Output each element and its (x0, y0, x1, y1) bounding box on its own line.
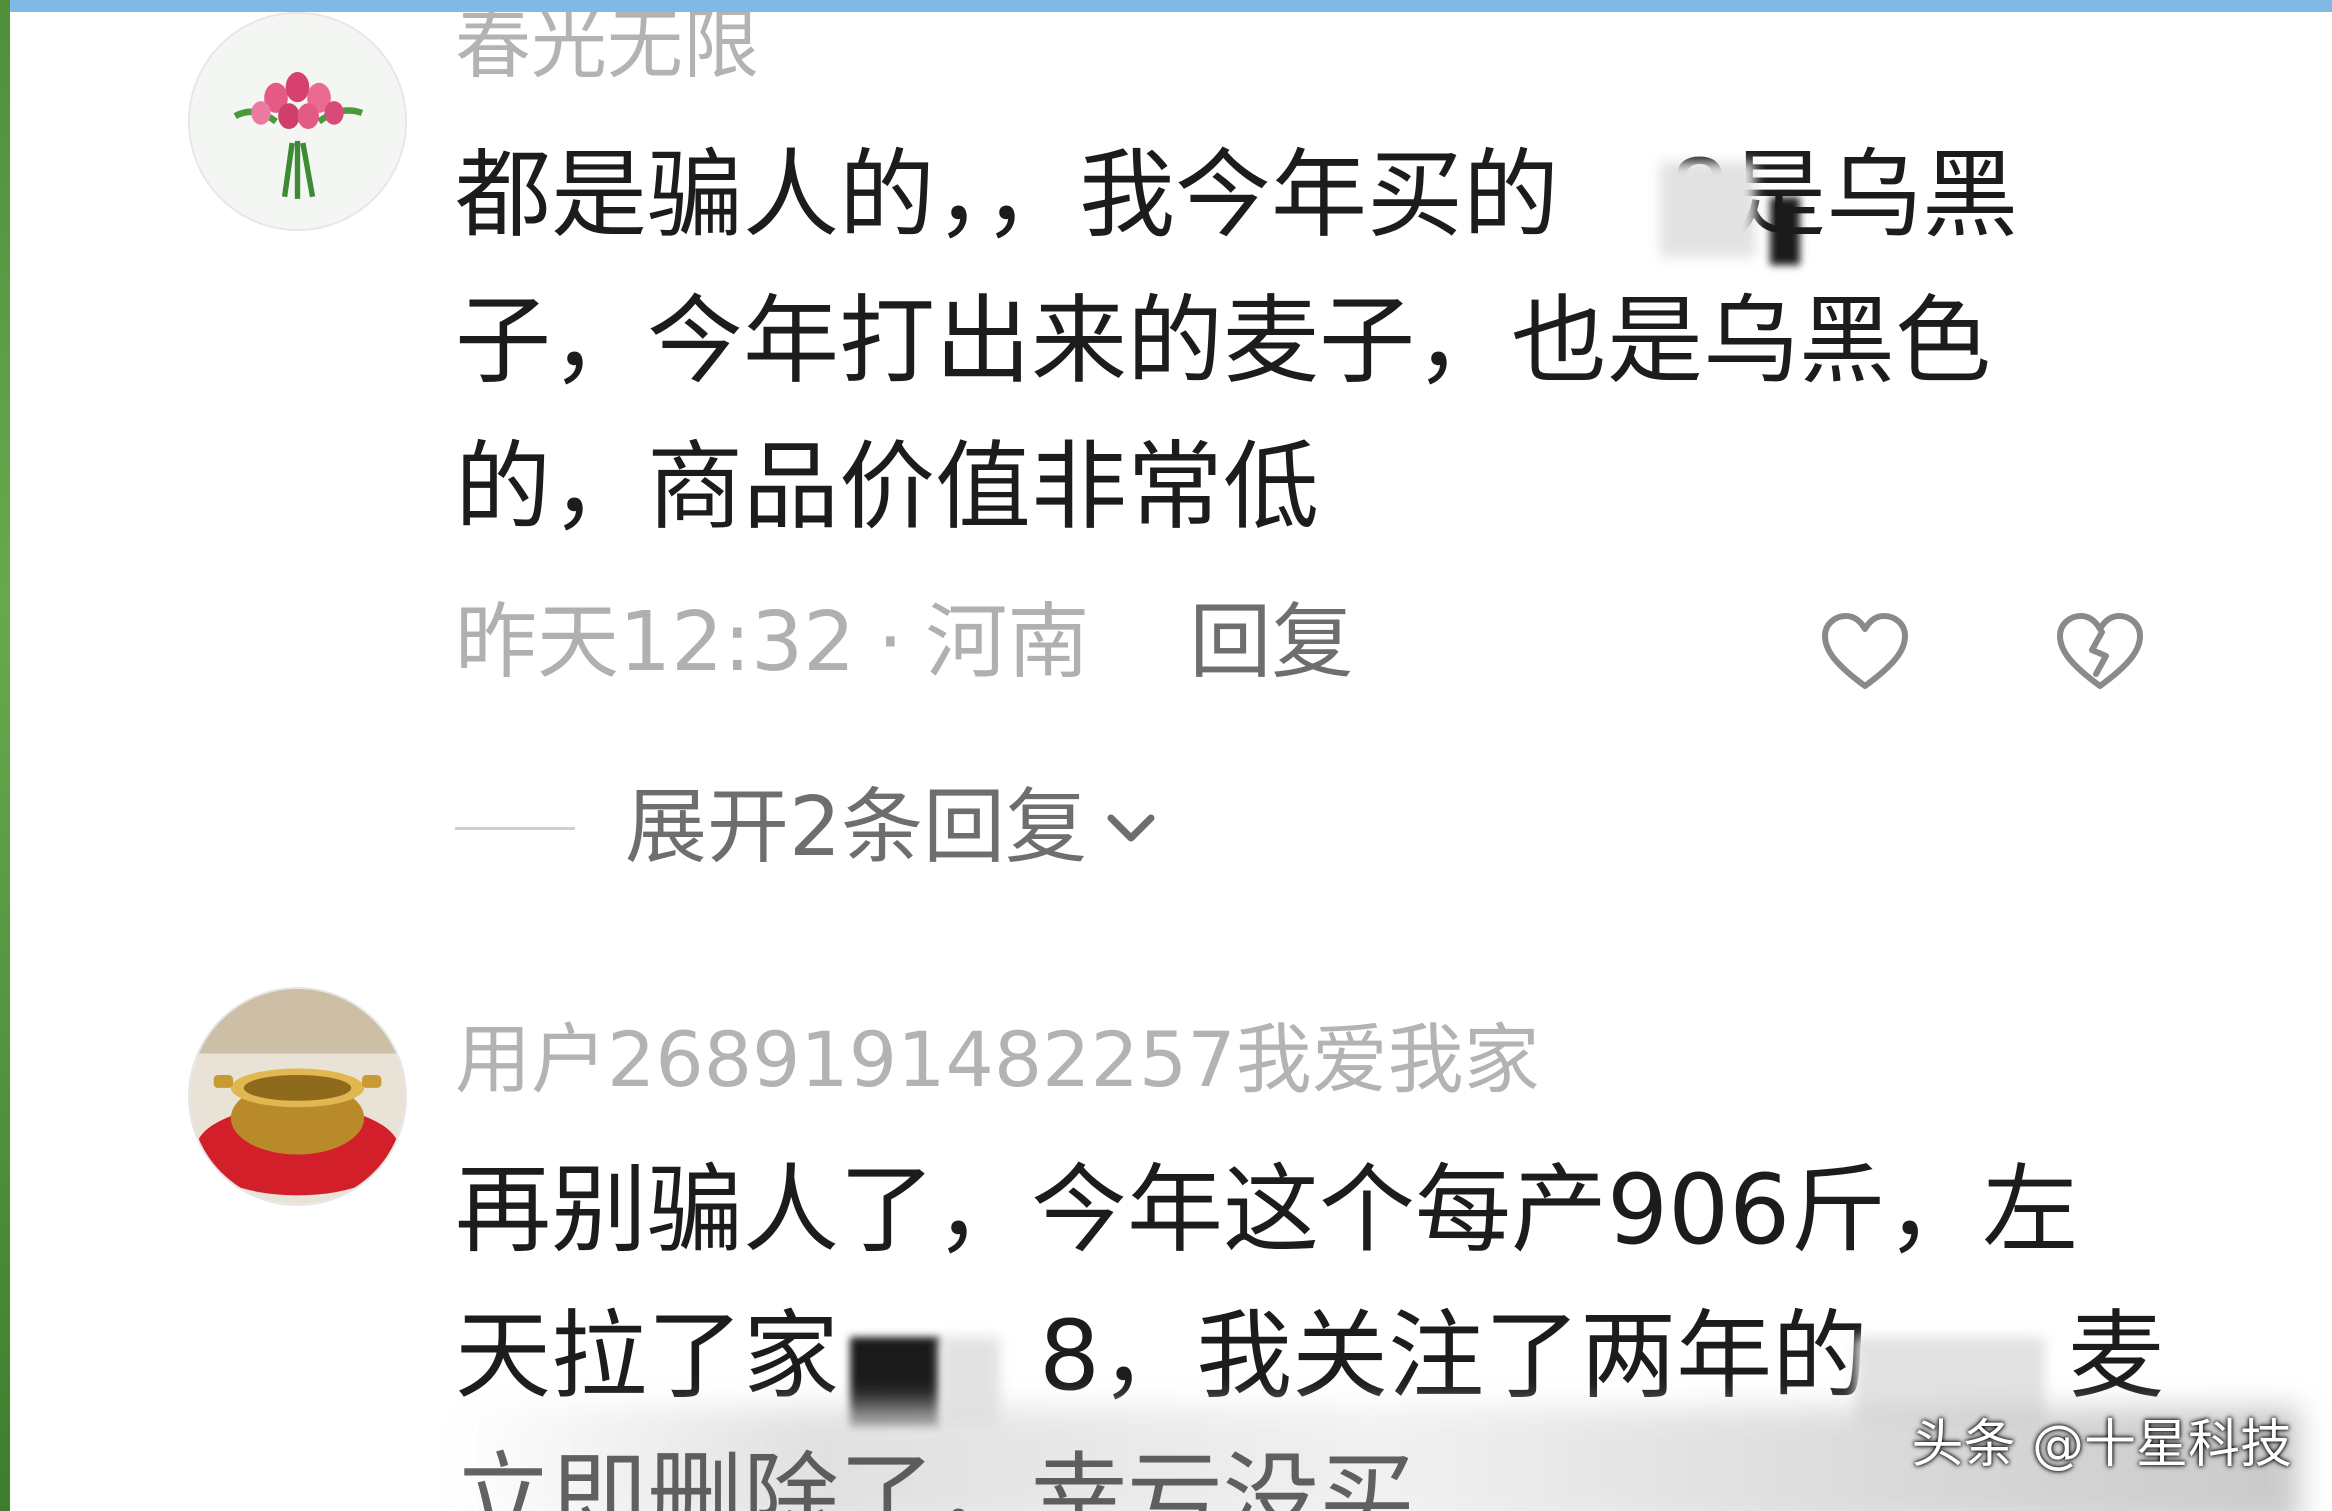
meta-separator: · (877, 595, 904, 690)
comment-text-line: 子，今年打出来的麦子，也是乌黑色 (455, 285, 1991, 397)
watermark: 头条 @十星科技 (1911, 1415, 2292, 1475)
avatar[interactable] (188, 987, 407, 1206)
comment-text-line: 立即删除了，幸亏没买 (455, 1442, 1415, 1511)
expand-replies-label: 展开2条回复 (625, 780, 1088, 875)
broken-heart-icon (2057, 613, 2143, 689)
dislike-button[interactable] (2050, 602, 2150, 702)
comment-text-line: 的，商品价值非常低 (455, 431, 1319, 543)
brass-bowl-icon (190, 989, 405, 1204)
tulip-bouquet-icon (190, 14, 405, 229)
window-left-border (0, 0, 10, 1511)
heart-outline-icon (1822, 613, 1908, 689)
comment-text: 都是骗人的，，我今年买的 8是乌黑 子，今年打出来的麦子，也是乌黑色 的，商品价值… (455, 122, 2185, 560)
redaction-blur (1770, 197, 1800, 265)
comment-username[interactable]: 用户2689191482257我爱我家 (455, 1022, 1540, 1098)
comment-list: 春光无限 都是骗人的，，我今年买的 8是乌黑 子，今年打出来的麦子，也是乌黑色 的… (10, 12, 2332, 1511)
comment-location: 河南 (925, 595, 1090, 690)
chevron-down-icon (1107, 814, 1155, 842)
expand-replies[interactable]: 展开2条回复 (455, 787, 1163, 869)
like-button[interactable] (1815, 602, 1915, 702)
comment-text-line: 都是骗人的，，我今年买的 8是乌黑 (455, 139, 2019, 251)
comment-time: 昨天12:32 (455, 595, 856, 690)
avatar[interactable] (188, 12, 407, 231)
redaction-blur (1660, 162, 1755, 257)
comment-username[interactable]: 春光无限 (455, 12, 759, 83)
window-top-border (0, 0, 2332, 12)
comment-meta: 昨天12:32 · 河南 回复 (455, 602, 1353, 684)
divider (455, 826, 575, 830)
comment-text-line: 再别骗人了，今年这个每产906斤，左 (455, 1154, 2079, 1266)
reply-button[interactable]: 回复 (1189, 595, 1353, 690)
